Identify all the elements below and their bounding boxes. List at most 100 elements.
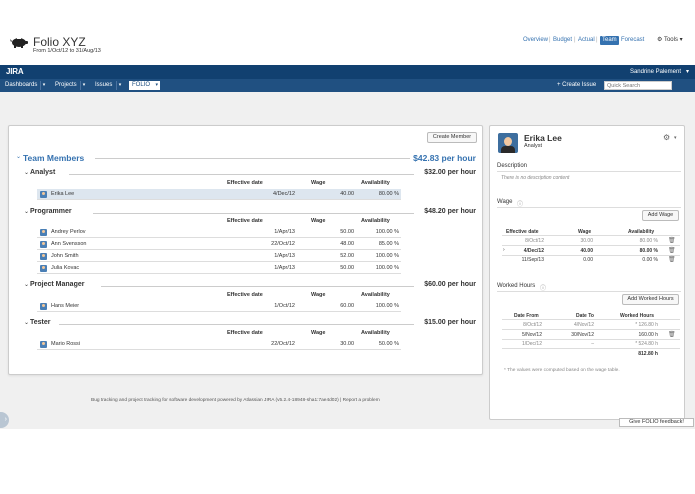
col-wage: Wage — [311, 292, 326, 298]
nav-folio-label: FOLIO — [132, 82, 151, 88]
tab-budget[interactable]: Budget — [553, 36, 572, 45]
member-wage: 48.00 — [340, 241, 354, 247]
avatar — [40, 241, 47, 248]
collapse-toggle-icon[interactable]: ⌄ — [16, 153, 21, 160]
projects-caret-icon[interactable]: ▾ — [80, 81, 87, 90]
issues-caret-icon[interactable]: ▾ — [116, 81, 123, 90]
divider — [502, 245, 680, 246]
table-row[interactable]: Erika Lee 4/Dec/12 40.00 80.00 % — [37, 189, 401, 200]
nav-dashboards[interactable]: Dashboards — [3, 81, 39, 90]
member-name[interactable]: Mario Rossi — [51, 339, 80, 350]
wage-date: 8/Oct/12 — [525, 238, 544, 244]
avatar — [40, 253, 47, 260]
tools-menu[interactable]: ⚙ Tools ▾ — [657, 36, 683, 45]
member-date: 1/Apr/13 — [274, 229, 295, 235]
trash-icon[interactable]: 🗑 — [668, 247, 676, 254]
tab-actual[interactable]: Actual — [578, 36, 595, 45]
description-label: Description — [497, 163, 528, 169]
member-name[interactable]: Hans Meier — [51, 301, 79, 312]
trash-icon[interactable]: 🗑 — [668, 237, 676, 244]
col-availability: Availability — [361, 292, 390, 298]
divider — [502, 319, 680, 320]
avatar — [40, 191, 47, 198]
wage-date: 4/Dec/12 — [523, 248, 544, 254]
avatar — [40, 341, 47, 348]
collapse-toggle-icon[interactable]: ⌄ — [24, 281, 29, 288]
wage-availability: 80.00 % — [639, 248, 658, 254]
divider — [93, 213, 414, 214]
member-availability: 100.00 % — [375, 253, 399, 259]
tools-label: Tools — [663, 37, 678, 43]
tab-forecast[interactable]: Forecast — [621, 36, 644, 45]
worked-hours: * 126.80 h — [635, 322, 658, 328]
member-availability: 85.00 % — [378, 241, 399, 247]
page-subtitle: From 1/Oct/12 to 31/Aug/13 — [33, 48, 101, 54]
avatar — [40, 303, 47, 310]
tab-overview[interactable]: Overview — [523, 36, 548, 45]
wage-value: 0.00 — [583, 257, 593, 263]
member-name[interactable]: Andrey Perlov — [51, 227, 86, 238]
member-wage: 50.00 — [340, 265, 354, 271]
member-name[interactable]: Ann Svensson — [51, 239, 86, 250]
team-members-title: Team Members — [23, 153, 85, 163]
member-name[interactable]: John Smith — [51, 251, 79, 262]
avatar — [40, 229, 47, 236]
wage-value: 40.00 — [580, 248, 593, 254]
worked-to: 4/Nov/12 — [573, 322, 594, 328]
member-availability: 100.00 % — [375, 265, 399, 271]
avatar — [40, 265, 47, 272]
divider — [497, 171, 681, 172]
user-menu[interactable]: Sandrine Palement — [630, 69, 681, 75]
trash-icon[interactable]: 🗑 — [668, 256, 676, 263]
table-row[interactable]: Julia Kovac 1/Apr/13 50.00 100.00 % — [37, 263, 401, 274]
avatar — [498, 133, 518, 153]
table-row[interactable]: Hans Meier 1/Oct/12 60.00 100.00 % — [37, 301, 401, 312]
divider — [502, 329, 680, 330]
gear-icon[interactable]: ⚙ — [663, 133, 670, 142]
wage-availability: 80.00 % — [639, 238, 658, 244]
divider — [502, 235, 680, 236]
trash-icon[interactable]: 🗑 — [668, 331, 676, 338]
footer: Bug tracking and project tracking for so… — [91, 398, 380, 403]
user-caret-icon[interactable]: ▾ — [686, 68, 689, 75]
collapse-toggle-icon[interactable]: ⌄ — [24, 169, 29, 176]
create-member-button[interactable]: Create Member — [427, 132, 477, 143]
member-wage: 50.00 — [340, 229, 354, 235]
collapse-toggle-icon[interactable]: ⌄ — [24, 208, 29, 215]
col-availability: Availability — [361, 218, 390, 224]
divider — [101, 286, 414, 287]
member-name[interactable]: Julia Kovac — [51, 263, 79, 274]
feedback-button[interactable]: Give FOLIO feedback! — [619, 418, 694, 427]
table-row[interactable]: John Smith 1/Apr/13 52.00 100.00 % — [37, 251, 401, 262]
nav-projects[interactable]: Projects — [53, 81, 79, 90]
chevron-down-icon[interactable]: ▾ — [674, 135, 677, 141]
table-row[interactable]: Mario Rossi 22/Oct/12 30.00 50.00 % — [37, 339, 401, 350]
nav-issues[interactable]: Issues — [93, 81, 114, 90]
folio-caret-icon[interactable]: ▾ — [155, 81, 158, 90]
dashboards-caret-icon[interactable]: ▾ — [40, 81, 47, 90]
table-row[interactable]: Andrey Perlov 1/Apr/13 50.00 100.00 % — [37, 227, 401, 238]
tab-team[interactable]: Team — [600, 36, 619, 45]
divider — [502, 348, 680, 349]
main-nav: Dashboards ▾ Projects ▾ Issues ▾ FOLIO ▾ … — [0, 79, 695, 92]
member-name[interactable]: Erika Lee — [51, 189, 74, 200]
divider — [69, 174, 414, 175]
collapse-toggle-icon[interactable]: ⌄ — [24, 319, 29, 326]
table-row[interactable]: Ann Svensson 22/Oct/12 48.00 85.00 % — [37, 239, 401, 250]
worked-from: 1/Dec/12 — [521, 341, 542, 347]
quick-search-input[interactable] — [604, 81, 672, 90]
add-wage-button[interactable]: Add Wage — [642, 210, 679, 221]
worked-from: 8/Oct/12 — [523, 322, 542, 328]
worked-total: 812.80 h — [638, 351, 658, 357]
tab-divider: | — [549, 37, 551, 43]
divider — [502, 255, 680, 256]
col-availability: Availability — [361, 330, 390, 336]
member-availability: 100.00 % — [375, 229, 399, 235]
group-title: Programmer — [30, 208, 72, 215]
add-worked-hours-button[interactable]: Add Worked Hours — [622, 294, 679, 305]
create-issue-button[interactable]: + Create Issue — [557, 81, 596, 90]
member-availability: 50.00 % — [378, 341, 399, 347]
group-title: Project Manager — [30, 281, 85, 288]
nav-folio[interactable]: FOLIO ▾ — [129, 81, 160, 90]
worked-from: 5/Nov/12 — [521, 332, 542, 338]
